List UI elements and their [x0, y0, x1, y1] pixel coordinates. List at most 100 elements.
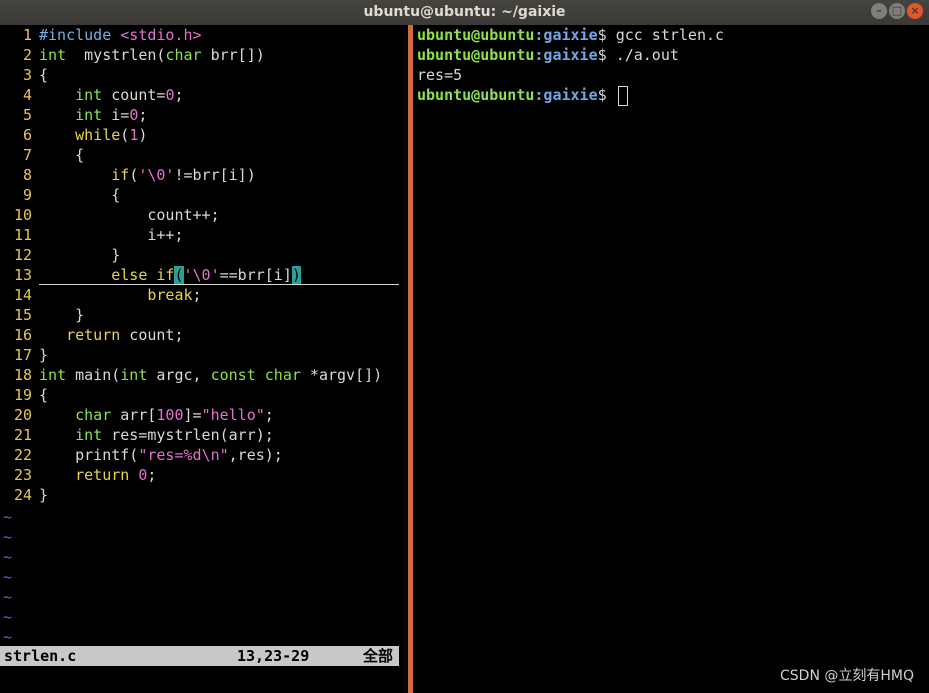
code-token: !=brr[i]) — [174, 166, 256, 184]
line-number: 12 — [13, 246, 32, 264]
prompt-symbol: $ — [597, 46, 616, 64]
vim-empty-lines: ~ ~ ~ ~ ~ ~ ~ — [0, 507, 12, 647]
code-line[interactable]: 16 return count; — [0, 325, 408, 345]
code-token: } — [39, 486, 49, 504]
empty-line-marker: ~ — [3, 508, 13, 526]
code-line[interactable]: 17} — [0, 345, 408, 365]
code-token: arr[ — [111, 406, 157, 424]
code-token: count; — [120, 326, 184, 344]
code-token: i= — [102, 106, 130, 124]
window-titlebar: ubuntu@ubuntu: ~/gaixie – □ × — [0, 0, 929, 25]
line-number: 9 — [22, 186, 32, 204]
code-line[interactable]: 18 int main(int argc, const char *argv[]) — [0, 365, 408, 385]
maximize-icon[interactable]: □ — [889, 3, 905, 19]
code-line[interactable]: 1 #include <stdio.h> — [0, 25, 408, 45]
line-number: 18 — [13, 366, 32, 384]
prompt-user-host: ubuntu@ubuntu — [417, 86, 535, 104]
code-line[interactable]: 23 return 0; — [0, 465, 408, 485]
code-token: #include — [39, 26, 121, 44]
code-line[interactable]: 13 else if('\0'==brr[i]) — [0, 265, 408, 285]
code-token: int — [39, 46, 67, 64]
code-line[interactable]: 19 { — [0, 385, 408, 405]
line-number: 2 — [22, 46, 32, 64]
empty-line-marker: ~ — [3, 628, 13, 646]
line-number: 20 — [13, 406, 32, 424]
code-line[interactable]: 14 break; — [0, 285, 408, 305]
code-line[interactable]: 20 char arr[100]="hello"; — [0, 405, 408, 425]
vim-pane[interactable]: 1 #include <stdio.h> 2 int mystrlen(char br… — [0, 25, 408, 693]
terminal-pane[interactable]: ubuntu@ubuntu:gaixie$ gcc strlen.c ubuntu… — [413, 25, 929, 693]
code-token: i++; — [39, 226, 184, 244]
code-token: int — [120, 366, 148, 384]
prompt-path: :gaixie — [534, 86, 598, 104]
code-token: char — [264, 366, 301, 384]
line-number: 7 — [22, 146, 32, 164]
code-token: <stdio.h> — [120, 26, 202, 44]
code-token: while — [75, 126, 121, 144]
code-token: { — [39, 146, 85, 164]
code-line[interactable]: 4 int count=0; — [0, 85, 408, 105]
empty-line-marker: ~ — [3, 588, 13, 606]
prompt-command: ./a.out — [615, 46, 679, 64]
code-token: ) — [291, 266, 301, 284]
code-line[interactable]: 15 } — [0, 305, 408, 325]
minimize-icon[interactable]: – — [871, 3, 887, 19]
code-token: int — [75, 86, 103, 104]
code-token: else — [111, 266, 148, 284]
vim-statusline: strlen.c 13,23-29 全部 — [0, 646, 399, 666]
prompt-path: :gaixie — [534, 46, 598, 64]
code-line[interactable]: 2 int mystrlen(char brr[]) — [0, 45, 408, 65]
code-token: brr[]) — [201, 46, 265, 64]
empty-line-marker: ~ — [3, 608, 13, 626]
empty-line-marker: ~ — [3, 528, 13, 546]
code-token: ; — [138, 106, 148, 124]
code-line[interactable]: 3{ — [0, 65, 408, 85]
code-line[interactable]: 24} — [0, 485, 408, 505]
close-icon[interactable]: × — [907, 3, 923, 19]
code-token: { — [39, 66, 49, 84]
code-token: ( — [174, 266, 184, 284]
code-token: ,res); — [228, 446, 283, 464]
code-token: mystrlen( — [66, 46, 166, 64]
code-token: ) — [138, 126, 148, 144]
line-number: 8 — [22, 166, 32, 184]
code-token: } — [39, 346, 49, 364]
code-line[interactable]: 7 { — [0, 145, 408, 165]
prompt-user-host: ubuntu@ubuntu — [417, 26, 535, 44]
line-number: 24 — [13, 486, 32, 504]
terminal-output[interactable]: ubuntu@ubuntu:gaixie$ gcc strlen.c ubuntu… — [417, 25, 724, 106]
code-line[interactable]: 8 if('\0'!=brr[i]) — [0, 165, 408, 185]
code-token: "hello" — [201, 406, 265, 424]
line-number: 17 — [13, 346, 32, 364]
line-number: 4 — [22, 86, 32, 104]
code-line[interactable]: 11 i++; — [0, 225, 408, 245]
code-token: if — [111, 166, 130, 184]
code-line[interactable]: 22 printf("res=%d\n",res); — [0, 445, 408, 465]
prompt-path: :gaixie — [534, 26, 598, 44]
code-line[interactable]: 5 int i=0; — [0, 105, 408, 125]
code-line[interactable]: 21 int res=mystrlen(arr); — [0, 425, 408, 445]
code-token: ; — [174, 86, 184, 104]
code-token: 1 — [129, 126, 139, 144]
code-line[interactable]: 9 { — [0, 185, 408, 205]
code-line[interactable]: 6 while(1) — [0, 125, 408, 145]
status-filename: strlen.c — [4, 647, 77, 665]
code-token: return — [66, 326, 121, 344]
code-token: "res=%d\n" — [138, 446, 229, 464]
code-line[interactable]: 12 } — [0, 245, 408, 265]
vim-buffer[interactable]: 1 #include <stdio.h> 2 int mystrlen(char br… — [0, 25, 408, 505]
code-token: { — [39, 386, 49, 404]
code-token: if — [156, 266, 175, 284]
prompt-symbol: $ — [597, 26, 616, 44]
code-line[interactable]: 10 count++; — [0, 205, 408, 225]
code-token: int — [39, 366, 67, 384]
code-token: printf( — [39, 446, 139, 464]
code-token: ( — [120, 126, 130, 144]
terminal-prompt-line: ubuntu@ubuntu:gaixie$ ./a.out — [417, 45, 724, 65]
